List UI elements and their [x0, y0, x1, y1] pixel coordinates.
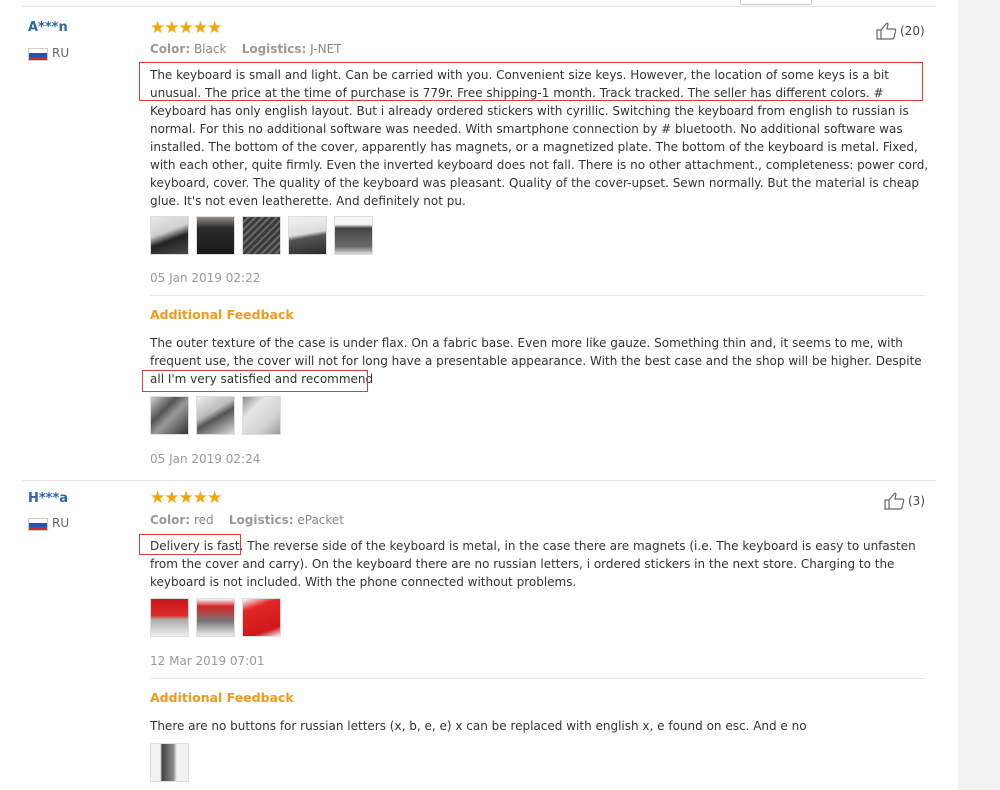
color-value: Black	[193, 42, 227, 56]
additional-feedback-text: There are no buttons for russian letters…	[150, 719, 807, 733]
highlight-box	[139, 534, 241, 555]
helpful-vote[interactable]: (20)	[876, 22, 925, 40]
additional-feedback-title: Additional Feedback	[150, 690, 294, 705]
reviewer-name[interactable]: A***n	[28, 20, 68, 35]
review-photo[interactable]	[242, 396, 281, 435]
review-photo[interactable]	[150, 743, 189, 782]
review-photo[interactable]	[242, 598, 281, 637]
page-gutter	[958, 0, 1000, 790]
color-value: red	[193, 513, 214, 527]
highlight-box	[142, 370, 368, 392]
review-photo[interactable]	[150, 216, 189, 255]
section-divider	[150, 295, 925, 296]
review-photo[interactable]	[196, 396, 235, 435]
helpful-count: (3)	[908, 494, 925, 508]
review-text: Delivery is fast. The reverse side of th…	[150, 539, 916, 589]
review-photo[interactable]	[196, 598, 235, 637]
review-photo[interactable]	[334, 216, 373, 255]
thumbs-up-icon[interactable]	[876, 22, 898, 40]
review-photo[interactable]	[242, 216, 281, 255]
logistics-label: Logistics:	[241, 42, 307, 56]
color-label: Color:	[150, 42, 191, 56]
review-date: 12 Mar 2019 07:01	[150, 654, 265, 668]
additional-photos	[150, 743, 189, 782]
review-photo[interactable]	[288, 216, 327, 255]
top-divider	[22, 6, 936, 7]
star-rating: ★★★★★	[150, 18, 222, 38]
logistics-value: J-NET	[310, 42, 342, 56]
review-photos	[150, 216, 373, 255]
reviewer-country: RU	[52, 516, 70, 530]
review-separator	[22, 480, 936, 481]
reviewer-country: RU	[52, 46, 70, 60]
reviewer-name[interactable]: H***a	[28, 491, 68, 506]
review-photo[interactable]	[150, 396, 189, 435]
logistics-value: ePacket	[297, 513, 344, 527]
color-label: Color:	[150, 513, 191, 527]
thumbs-up-icon[interactable]	[884, 492, 906, 510]
additional-photos	[150, 396, 281, 435]
sort-dropdown[interactable]	[740, 0, 812, 5]
highlight-box	[139, 62, 923, 101]
review-photo[interactable]	[150, 598, 189, 637]
additional-feedback-date: 05 Jan 2019 02:24	[150, 452, 261, 466]
star-rating: ★★★★★	[150, 488, 222, 508]
helpful-count: (20)	[900, 24, 925, 38]
review-photo[interactable]	[196, 216, 235, 255]
review-meta: Color: red Logistics: ePacket	[150, 513, 344, 527]
logistics-label: Logistics:	[228, 513, 294, 527]
additional-feedback-title: Additional Feedback	[150, 307, 294, 322]
helpful-vote[interactable]: (3)	[884, 492, 925, 510]
review-meta: Color: Black Logistics: J-NET	[150, 42, 342, 56]
russia-flag-icon	[28, 518, 48, 531]
review-date: 05 Jan 2019 02:22	[150, 271, 261, 285]
russia-flag-icon	[28, 48, 48, 61]
section-divider	[150, 678, 925, 679]
review-photos	[150, 598, 281, 637]
